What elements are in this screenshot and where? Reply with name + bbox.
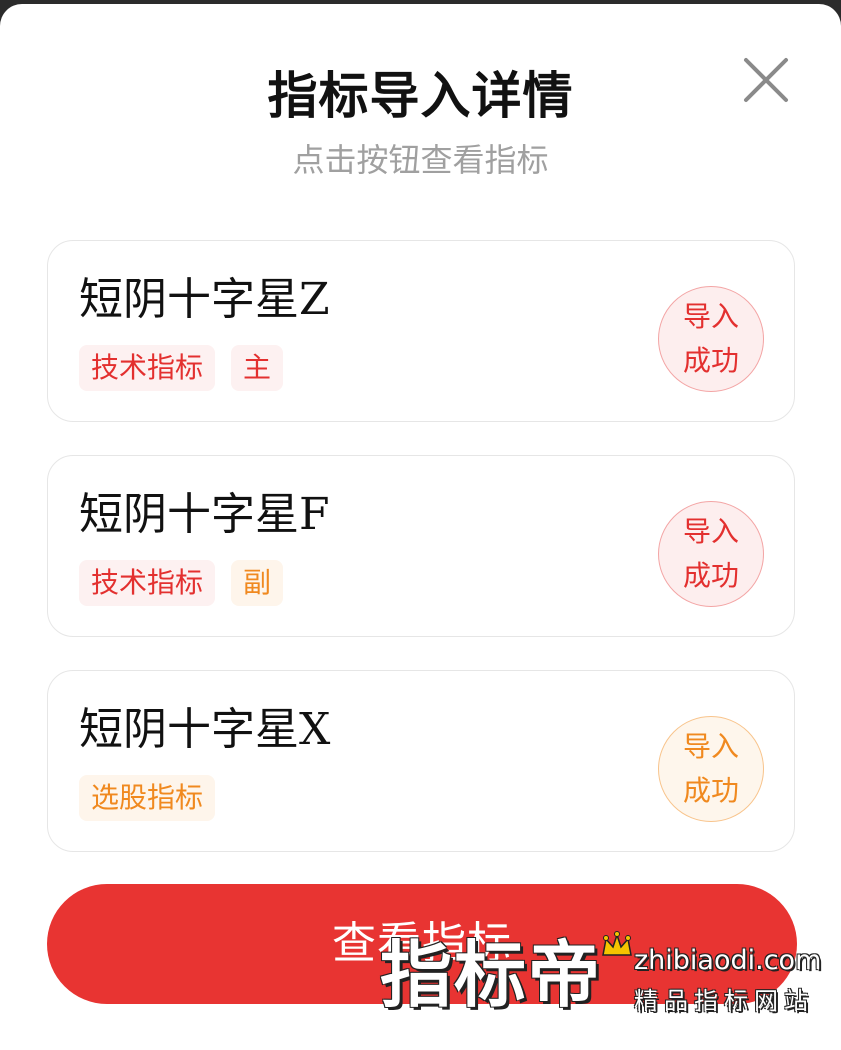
status-line-2: 成功 <box>682 774 739 807</box>
dialog-title: 指标导入详情 <box>267 67 574 125</box>
indicator-tags: 技术指标 主 <box>79 345 284 391</box>
import-details-dialog: 指标导入详情 点击按钮查看指标 短阴十字星Z 技术指标 主 导入 成功 短阴十字… <box>0 4 841 1050</box>
indicator-card-3[interactable]: 短阴十字星X 选股指标 导入 成功 <box>47 670 795 852</box>
status-badge: 导入 成功 <box>658 716 764 822</box>
indicator-name: 短阴十字星F <box>79 489 330 540</box>
indicator-tags: 技术指标 副 <box>79 560 284 606</box>
status-line-2: 成功 <box>682 559 739 592</box>
status-line-1: 导入 <box>682 515 739 548</box>
tag-main: 主 <box>231 345 284 391</box>
view-indicators-button[interactable]: 查看指标 <box>47 884 797 1004</box>
tag-stock-selection: 选股指标 <box>79 775 216 821</box>
tag-technical: 技术指标 <box>79 560 216 606</box>
indicator-card-2[interactable]: 短阴十字星F 技术指标 副 导入 成功 <box>47 455 795 637</box>
dialog-subtitle: 点击按钮查看指标 <box>292 141 549 179</box>
indicator-name: 短阴十字星Z <box>79 274 330 325</box>
indicator-name: 短阴十字星X <box>79 704 331 755</box>
status-line-1: 导入 <box>682 300 739 333</box>
indicator-card-1[interactable]: 短阴十字星Z 技术指标 主 导入 成功 <box>47 240 795 422</box>
status-badge: 导入 成功 <box>658 286 764 392</box>
status-line-1: 导入 <box>682 730 739 763</box>
indicator-tags: 选股指标 <box>79 775 216 821</box>
tag-sub: 副 <box>231 560 284 606</box>
tag-technical: 技术指标 <box>79 345 216 391</box>
close-icon[interactable] <box>738 52 794 108</box>
status-badge: 导入 成功 <box>658 501 764 607</box>
status-line-2: 成功 <box>682 344 739 377</box>
